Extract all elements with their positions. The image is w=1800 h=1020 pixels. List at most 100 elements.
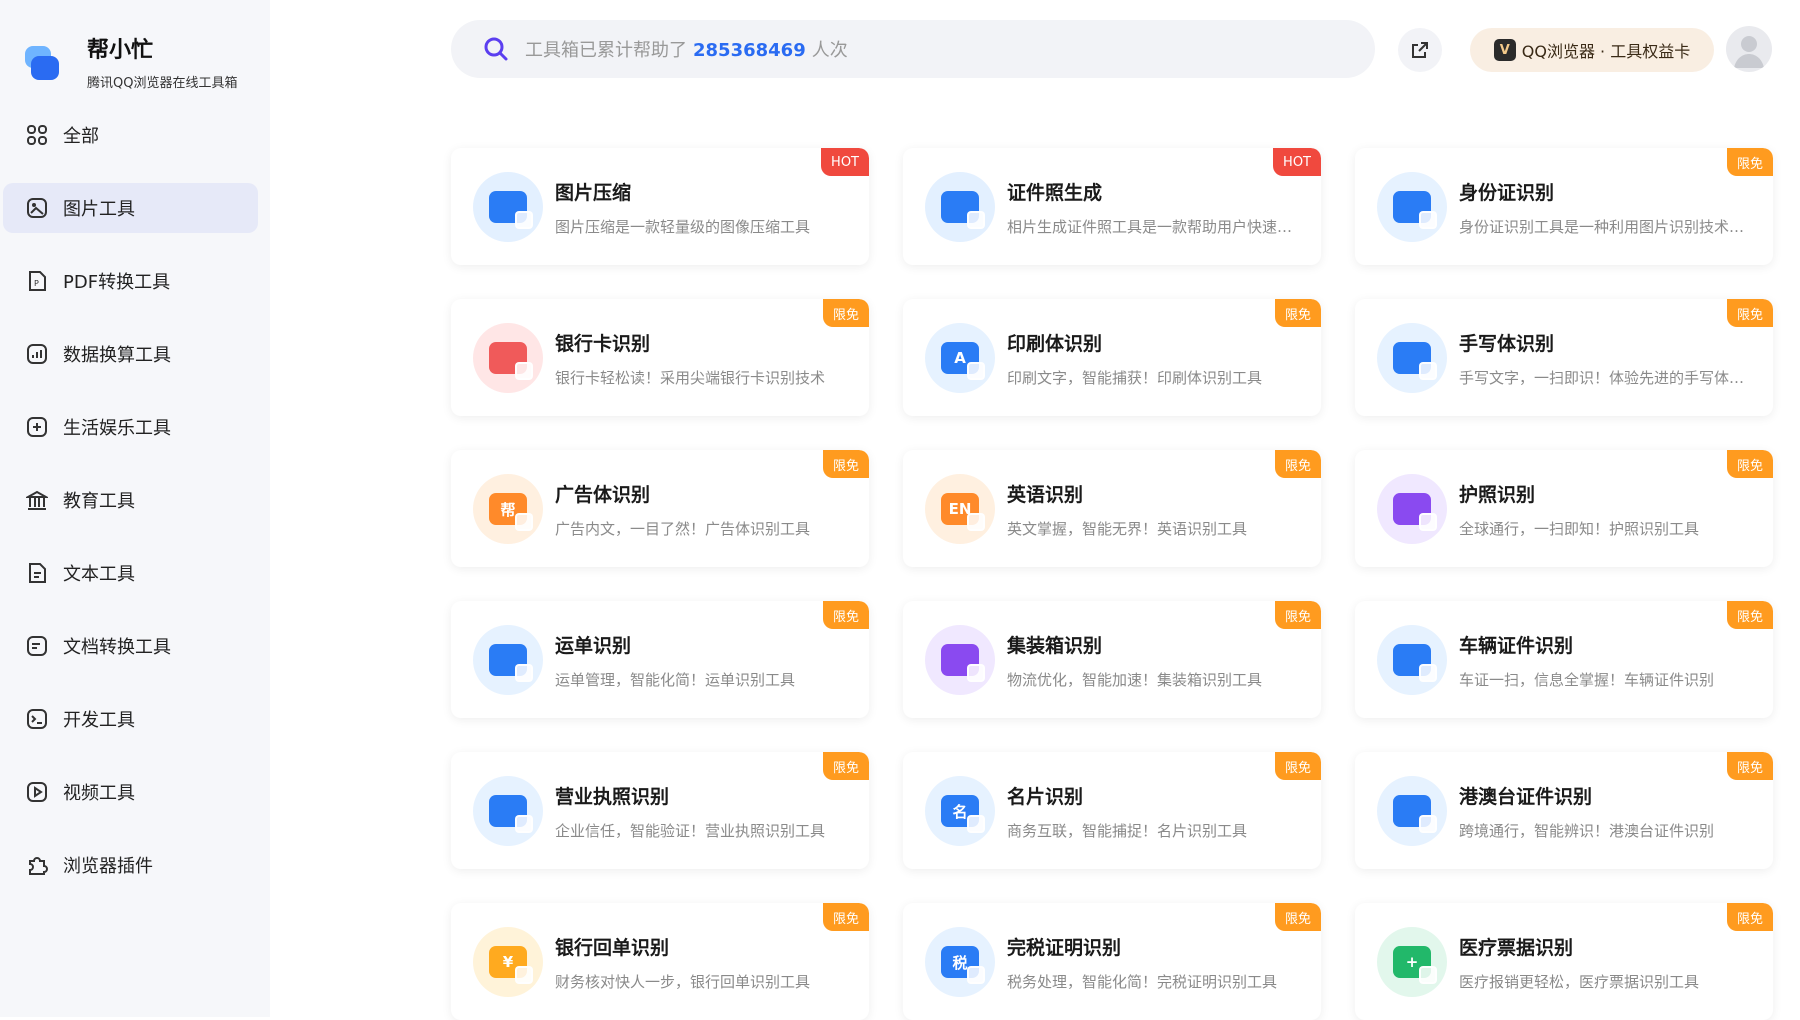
tool-title: 集装箱识别 (1007, 635, 1103, 657)
tool-description: 物流优化，智能加速！集装箱识别工具 (1007, 671, 1263, 689)
tool-card[interactable]: EN 英语识别 英文掌握，智能无界！英语识别工具 限免 (903, 450, 1321, 567)
sidebar-item-0[interactable]: 全部 (3, 110, 258, 160)
status-badge: 限免 (822, 601, 869, 629)
sidebar-item-7[interactable]: 文档转换工具 (3, 621, 258, 671)
pdf-icon: P (25, 269, 49, 293)
vip-icon: V (1493, 39, 1516, 61)
brand-subtitle: 腾讯QQ浏览器在线工具箱 (87, 76, 238, 91)
tool-description: 车证一扫，信息全掌握！车辆证件识别 (1459, 671, 1715, 689)
tool-card[interactable]: 帮 广告体识别 广告内文，一目了然！广告体识别工具 限免 (451, 450, 869, 567)
tool-title: 护照识别 (1459, 484, 1536, 506)
tool-title: 印刷体识别 (1007, 333, 1103, 355)
bank-receipt-icon: ¥ (473, 927, 543, 997)
tool-card[interactable]: 身份证识别 身份证识别工具是一种利用图片识别技术的工具 限免 (1355, 148, 1773, 265)
tool-title: 英语识别 (1007, 484, 1084, 506)
sidebar-item-label: 文档转换工具 (63, 637, 171, 658)
tool-card[interactable]: 银行卡识别 银行卡轻松读！采用尖端银行卡识别技术 限免 (451, 299, 869, 416)
handwriting-icon (1377, 323, 1447, 393)
sidebar-item-label: 生活娱乐工具 (63, 418, 171, 439)
tool-title: 营业执照识别 (555, 786, 670, 808)
status-badge: 限免 (1274, 601, 1321, 629)
tool-card[interactable]: 税 完税证明识别 税务处理，智能化简！完税证明识别工具 限免 (903, 903, 1321, 1020)
tool-title: 广告体识别 (555, 484, 651, 506)
tool-icon-glyph: 名 (952, 802, 968, 821)
tool-card[interactable]: 港澳台证件识别 跨境通行，智能辨识！港澳台证件识别 限免 (1355, 752, 1773, 869)
tool-card[interactable]: 图片压缩 图片压缩是一款轻量级的图像压缩工具 HOT (451, 148, 869, 265)
tool-card[interactable]: 手写体识别 手写文字，一扫即识！体验先进的手写体识别 限免 (1355, 299, 1773, 416)
school-icon (25, 488, 49, 512)
sidebar-item-label: 视频工具 (63, 783, 135, 804)
waybill-icon (473, 625, 543, 695)
sidebar-item-label: 数据换算工具 (63, 345, 171, 366)
sidebar-nav: 全部图片工具 P PDF转换工具数据换算工具 生活娱乐工具教育工具文本工具文档转换工具… (0, 110, 270, 913)
tool-description: 运单管理，智能化简！运单识别工具 (555, 671, 796, 689)
tool-title: 证件照生成 (1007, 182, 1103, 204)
english-icon: EN (925, 474, 995, 544)
sidebar-item-4[interactable]: 生活娱乐工具 (3, 402, 258, 452)
search-icon (484, 37, 508, 61)
tool-icon-glyph: + (1405, 953, 1419, 971)
game-icon (25, 415, 49, 439)
tool-card[interactable]: 护照识别全球通行，一扫即知！护照识别工具 限免 (1355, 450, 1773, 567)
tool-description: 银行卡轻松读！采用尖端银行卡识别技术 (555, 369, 826, 387)
sidebar-item-label: 全部 (63, 126, 99, 147)
vip-card-button[interactable]: V QQ浏览器 · 工具权益卡 (1470, 28, 1714, 72)
tool-grid: 图片压缩 图片压缩是一款轻量级的图像压缩工具 HOT 证件照生成相片生成证件照工具是一… (451, 148, 1773, 1020)
vehicle-doc-icon (1377, 625, 1447, 695)
svg-text:P: P (34, 279, 39, 288)
search-count: 285368469 (693, 40, 806, 61)
status-badge: 限免 (1726, 450, 1773, 478)
status-badge: 限免 (822, 903, 869, 931)
tool-card[interactable]: 车辆证件识别车证一扫，信息全掌握！车辆证件识别 限免 (1355, 601, 1773, 718)
sidebar-item-label: 图片工具 (63, 199, 135, 220)
tool-title: 完税证明识别 (1007, 937, 1122, 959)
share-button[interactable] (1398, 28, 1442, 72)
sidebar-item-10[interactable]: 浏览器插件 (3, 840, 258, 890)
id-photo-icon (925, 172, 995, 242)
sidebar-item-2[interactable]: P PDF转换工具 (3, 256, 258, 306)
sidebar-item-9[interactable]: 视频工具 (3, 767, 258, 817)
tool-icon-glyph: 帮 (500, 500, 516, 519)
tool-description: 商务互联，智能捕捉！名片识别工具 (1007, 822, 1248, 840)
doc-convert-icon (25, 634, 49, 658)
status-badge: 限免 (1726, 903, 1773, 931)
status-badge: 限免 (1274, 299, 1321, 327)
sidebar-item-6[interactable]: 文本工具 (3, 548, 258, 598)
tool-title: 银行回单识别 (555, 937, 670, 959)
tool-title: 医疗票据识别 (1459, 937, 1574, 959)
tool-description: 全球通行，一扫即知！护照识别工具 (1459, 520, 1700, 538)
tool-description: 医疗报销更轻松，医疗票据识别工具 (1459, 973, 1700, 991)
bank-card-icon (473, 323, 543, 393)
ad-text-icon: 帮 (473, 474, 543, 544)
brand[interactable]: 帮小忙 腾讯QQ浏览器在线工具箱 (25, 38, 237, 91)
sidebar-item-1[interactable]: 图片工具 (3, 183, 258, 233)
tool-card[interactable]: 营业执照识别 企业信任，智能验证！营业执照识别工具 限免 (451, 752, 869, 869)
tool-card[interactable]: ¥ 银行回单识别 财务核对快人一步，银行回单识别工具 限免 (451, 903, 869, 1020)
sidebar-item-8[interactable]: 开发工具 (3, 694, 258, 744)
tool-title: 车辆证件识别 (1459, 635, 1574, 657)
status-badge: 限免 (1726, 601, 1773, 629)
status-badge: 限免 (822, 450, 869, 478)
tool-description: 跨境通行，智能辨识！港澳台证件识别 (1459, 822, 1715, 840)
tool-description: 相片生成证件照工具是一款帮助用户快速生成证件照的工具 (1007, 218, 1297, 236)
search-bar[interactable]: 工具箱已累计帮助了 285368469 人次 (451, 20, 1375, 78)
tool-card[interactable]: 证件照生成相片生成证件照工具是一款帮助用户快速生成证件照的工具 HOT (903, 148, 1321, 265)
text-file-icon (25, 561, 49, 585)
tool-icon-glyph: 税 (952, 953, 968, 972)
share-icon (1412, 42, 1428, 58)
brand-logo-icon (25, 42, 65, 82)
tool-card[interactable]: 名 名片识别 商务互联，智能捕捉！名片识别工具 限免 (903, 752, 1321, 869)
tool-description: 税务处理，智能化简！完税证明识别工具 (1007, 973, 1278, 991)
tool-card[interactable]: + 医疗票据识别医疗报销更轻松，医疗票据识别工具 限免 (1355, 903, 1773, 1020)
chart-icon (25, 342, 49, 366)
sidebar-item-3[interactable]: 数据换算工具 (3, 329, 258, 379)
tool-card[interactable]: 运单识别 运单管理，智能化简！运单识别工具 限免 (451, 601, 869, 718)
avatar[interactable] (1726, 26, 1772, 72)
sidebar-item-label: 开发工具 (63, 710, 135, 731)
tool-card[interactable]: 集装箱识别物流优化，智能加速！集装箱识别工具 限免 (903, 601, 1321, 718)
image-compress-icon (473, 172, 543, 242)
tool-description: 图片压缩是一款轻量级的图像压缩工具 (555, 218, 811, 236)
tool-card[interactable]: A 印刷体识别 印刷文字，智能捕获！印刷体识别工具 限免 (903, 299, 1321, 416)
sidebar-item-5[interactable]: 教育工具 (3, 475, 258, 525)
status-badge: 限免 (822, 299, 869, 327)
